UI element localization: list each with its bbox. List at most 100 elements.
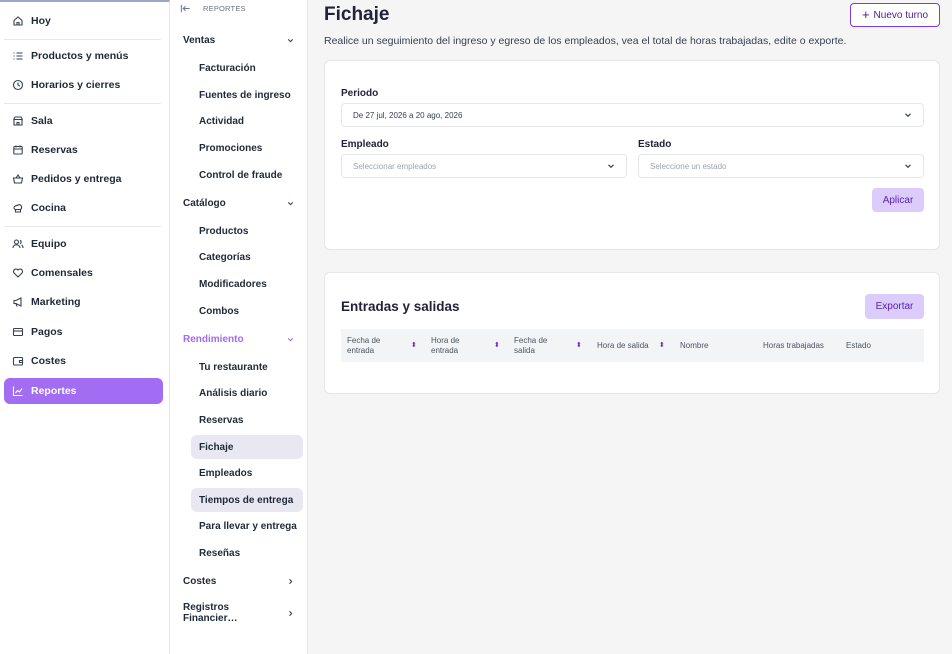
subnav-item-para-llevar[interactable]: Para llevar y entrega	[191, 514, 303, 538]
subnav-item-categorias[interactable]: Categorías	[191, 245, 303, 269]
nav-item-label: Sala	[31, 115, 53, 127]
filters-card: Periodo De 27 jul, 2026 a 20 ago, 2026 E…	[324, 60, 940, 250]
nav-item-marketing[interactable]: Marketing	[4, 289, 163, 315]
col-estado: Estado	[846, 340, 871, 350]
users-icon	[12, 238, 24, 250]
subnav-item-reservas[interactable]: Reservas	[191, 408, 303, 432]
col-horas-trabajadas: Horas trabajadas	[763, 340, 824, 350]
subnav-item-actividad[interactable]: Actividad	[191, 109, 303, 133]
empleado-select[interactable]: Seleccionar empleados	[341, 154, 627, 178]
nav-item-label: Marketing	[31, 296, 81, 308]
col-hora-salida[interactable]: Hora de salida ⬍	[597, 329, 672, 362]
clock-icon	[12, 79, 24, 91]
chart-icon	[12, 385, 24, 397]
sort-icon[interactable]: ⬍	[494, 341, 500, 351]
estado-select[interactable]: Seleccione un estado	[638, 154, 924, 178]
reports-subnav: REPORTES Ventas Facturación Fuentes de i…	[170, 0, 308, 654]
apply-button[interactable]: Aplicar	[872, 188, 924, 212]
nav-item-label: Reservas	[31, 144, 78, 156]
nav-item-label: Costes	[31, 355, 67, 367]
section-registros[interactable]: Registros Financier…	[183, 602, 295, 624]
chevron-down-icon	[608, 164, 614, 169]
empleado-label: Empleado	[341, 139, 389, 150]
chevron-right-icon	[289, 610, 293, 616]
basket-icon	[12, 173, 24, 185]
nav-item-label: Comensales	[31, 267, 93, 279]
subnav-item-resenas[interactable]: Reseñas	[191, 541, 303, 565]
table-header: Fecha de entrada ⬍ Hora de entrada ⬍ Fec…	[341, 329, 924, 362]
sort-icon[interactable]: ⬍	[659, 341, 665, 351]
subnav-item-fuentes[interactable]: Fuentes de ingreso	[191, 83, 303, 107]
section-ventas[interactable]: Ventas	[183, 31, 295, 49]
chevron-down-icon	[287, 38, 294, 42]
subnav-item-facturacion[interactable]: Facturación	[191, 56, 303, 80]
section-catalogo[interactable]: Catálogo	[183, 194, 295, 212]
chevron-down-icon	[905, 113, 911, 118]
divider	[4, 39, 161, 40]
divider	[4, 103, 161, 104]
subnav-item-fraude[interactable]: Control de fraude	[191, 163, 303, 187]
sort-icon[interactable]: ⬍	[411, 341, 417, 351]
periodo-label: Periodo	[341, 88, 379, 99]
subnav-header: REPORTES	[180, 3, 246, 14]
new-shift-button[interactable]: + Nuevo turno	[850, 3, 940, 27]
nav-item-hoy[interactable]: Hoy	[4, 8, 163, 34]
primary-sidebar: Hoy Productos y menús Horarios y cierres…	[0, 0, 170, 654]
subnav-item-analisis-diario[interactable]: Análisis diario	[191, 381, 303, 405]
col-hora-entrada[interactable]: Hora de entrada ⬍	[431, 329, 501, 362]
col-fecha-salida[interactable]: Fecha de salida ⬍	[514, 329, 584, 362]
chevron-right-icon	[289, 578, 293, 584]
nav-item-label: Equipo	[31, 238, 67, 250]
subnav-item-fichaje[interactable]: Fichaje	[191, 435, 303, 459]
subnav-item-tu-restaurante[interactable]: Tu restaurante	[191, 355, 303, 379]
sort-icon[interactable]: ⬍	[576, 341, 582, 351]
col-nombre: Nombre	[680, 340, 709, 350]
chevron-down-icon	[287, 337, 294, 341]
wallet-icon	[12, 355, 24, 367]
nav-item-label: Hoy	[31, 15, 51, 27]
nav-item-reservas[interactable]: Reservas	[4, 137, 163, 163]
collapse-icon[interactable]	[180, 3, 191, 14]
col-fecha-entrada[interactable]: Fecha de entrada ⬍	[347, 329, 417, 362]
store-icon	[12, 115, 24, 127]
periodo-select[interactable]: De 27 jul, 2026 a 20 ago, 2026	[341, 103, 924, 127]
subnav-item-combos[interactable]: Combos	[191, 299, 303, 323]
main-content: Fichaje + Nuevo turno Realice un seguimi…	[308, 0, 952, 654]
megaphone-icon	[12, 296, 24, 308]
nav-item-label: Pedidos y entrega	[31, 173, 122, 185]
page-title: Fichaje	[324, 4, 390, 25]
export-button[interactable]: Exportar	[865, 294, 924, 319]
nav-item-label: Reportes	[31, 385, 77, 397]
subnav-item-tiempos-entrega[interactable]: Tiempos de entrega	[191, 488, 303, 512]
chef-hat-icon	[12, 202, 24, 214]
nav-item-comensales[interactable]: Comensales	[4, 260, 163, 286]
nav-item-costes[interactable]: Costes	[4, 348, 163, 374]
nav-item-productos[interactable]: Productos y menús	[4, 43, 163, 69]
nav-item-pedidos[interactable]: Pedidos y entrega	[4, 166, 163, 192]
nav-item-equipo[interactable]: Equipo	[4, 231, 163, 257]
subnav-item-empleados[interactable]: Empleados	[191, 461, 303, 485]
nav-item-label: Productos y menús	[31, 50, 129, 62]
subnav-item-modificadores[interactable]: Modificadores	[191, 272, 303, 296]
chevron-down-icon	[905, 164, 911, 169]
subnav-item-promociones[interactable]: Promociones	[191, 136, 303, 160]
page-subtitle: Realice un seguimiento del ingreso y egr…	[324, 35, 847, 47]
card-icon	[12, 326, 24, 338]
nav-item-sala[interactable]: Sala	[4, 108, 163, 134]
nav-item-cocina[interactable]: Cocina	[4, 195, 163, 221]
nav-item-horarios[interactable]: Horarios y cierres	[4, 72, 163, 98]
section-rendimiento[interactable]: Rendimiento	[183, 330, 295, 348]
nav-item-reportes[interactable]: Reportes	[4, 378, 163, 404]
subnav-item-productos[interactable]: Productos	[191, 219, 303, 243]
plus-icon: +	[861, 7, 870, 22]
list-icon	[12, 50, 24, 62]
nav-item-pagos[interactable]: Pagos	[4, 319, 163, 345]
heart-icon	[12, 267, 24, 279]
nav-item-label: Cocina	[31, 202, 67, 214]
nav-item-label: Horarios y cierres	[31, 79, 121, 91]
estado-label: Estado	[638, 139, 672, 150]
section-costes[interactable]: Costes	[183, 572, 295, 590]
chevron-down-icon	[287, 201, 294, 205]
divider	[4, 226, 161, 227]
nav-item-label: Pagos	[31, 326, 63, 338]
